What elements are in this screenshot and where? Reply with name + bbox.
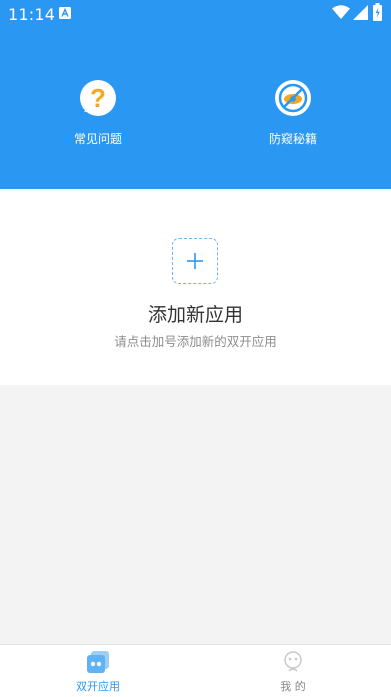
tab-me-label: 我 的 — [280, 680, 306, 693]
anti-peek-label: 防窥秘籍 — [268, 132, 317, 146]
svg-text:?: ? — [90, 83, 106, 113]
add-app-button[interactable] — [172, 238, 218, 284]
tab-dual-apps[interactable]: 双开应用 — [58, 649, 138, 694]
no-peek-icon — [275, 80, 311, 116]
status-bar: 11:14 — [0, 0, 391, 28]
wifi-icon — [332, 5, 350, 19]
faq-label: 常见问题 — [73, 132, 122, 146]
bottom-tab-bar: 双开应用 我 的 — [0, 644, 391, 697]
dual-apps-icon — [87, 651, 109, 673]
notification-a-icon — [59, 7, 71, 19]
tab-me[interactable]: 我 的 — [253, 649, 333, 694]
add-app-subtitle: 请点击加号添加新的双开应用 — [114, 334, 277, 349]
add-app-title: 添加新应用 — [147, 304, 243, 326]
tab-dual-apps-label: 双开应用 — [76, 680, 120, 693]
signal-icon — [353, 5, 368, 20]
question-icon: ? — [80, 80, 116, 116]
battery-icon — [373, 3, 382, 21]
status-time: 11:14 — [8, 5, 56, 24]
anti-peek-shortcut[interactable]: 防窥秘籍 — [248, 78, 338, 147]
header-banner: 11:14 ? 常见问题 防窥秘籍 — [0, 0, 391, 189]
add-app-card — [0, 189, 391, 385]
plus-icon — [187, 253, 203, 269]
profile-icon — [284, 651, 302, 672]
faq-shortcut[interactable]: ? 常见问题 — [53, 78, 143, 147]
